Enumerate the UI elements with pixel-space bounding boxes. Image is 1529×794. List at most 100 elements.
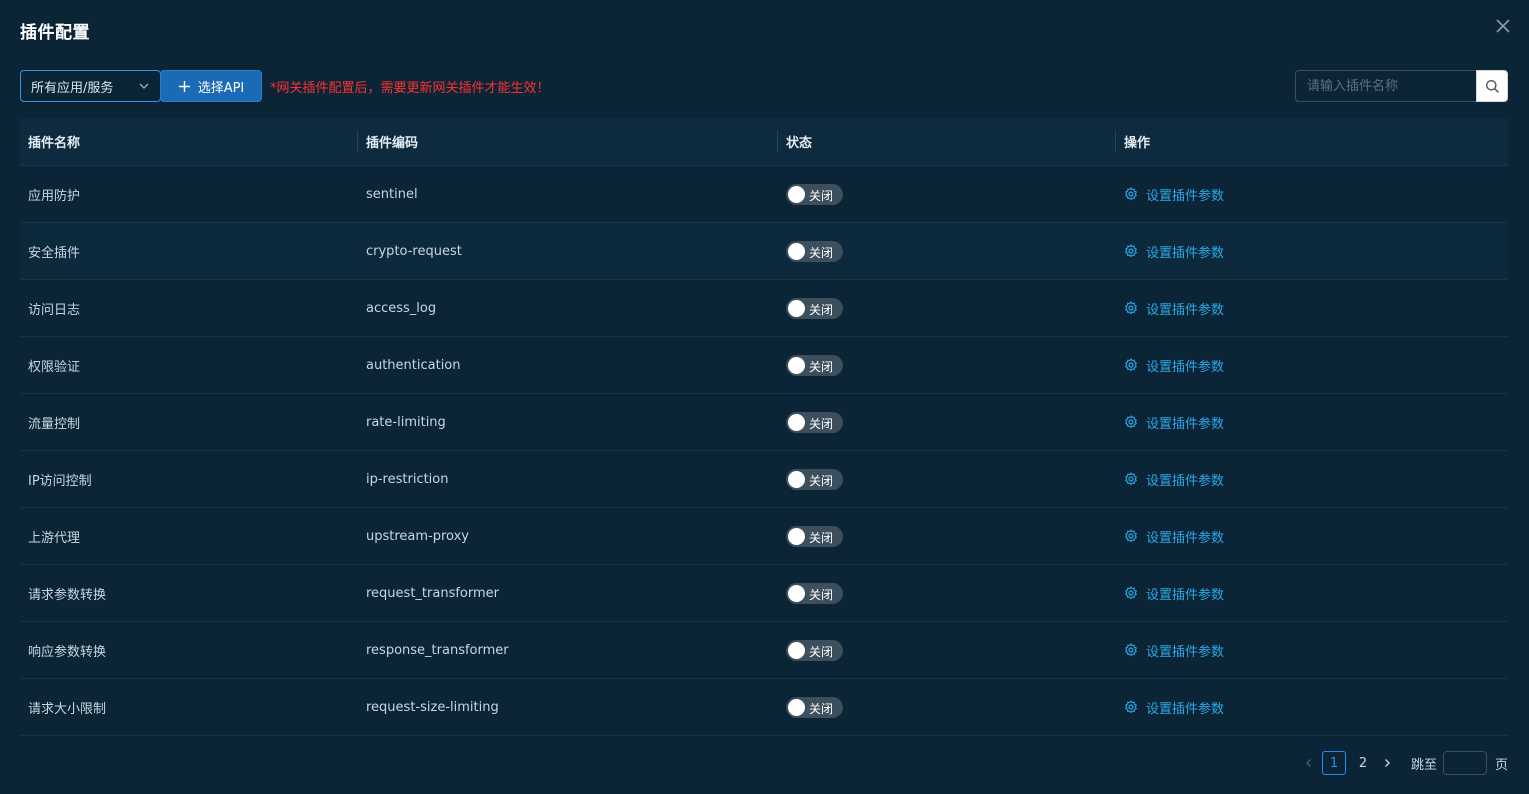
plugin-code-cell: response_transformer [366, 642, 509, 658]
table-row: 应用防护 sentinel 关闭 设置插件参数 [20, 166, 1508, 223]
action-cell: 设置插件参数 [1124, 166, 1224, 222]
toggle-label: 关闭 [809, 302, 834, 317]
toggle-label: 关闭 [809, 701, 834, 716]
search-icon [1485, 79, 1499, 93]
page-1-button[interactable]: 1 [1321, 751, 1346, 775]
set-plugin-params-link[interactable]: 设置插件参数 [1124, 299, 1224, 318]
set-plugin-params-link[interactable]: 设置插件参数 [1124, 356, 1224, 375]
select-api-label: 选择API [197, 80, 245, 96]
action-label: 设置插件参数 [1146, 302, 1225, 318]
status-cell: 关闭 [786, 280, 843, 336]
search-input[interactable] [1295, 70, 1476, 102]
set-plugin-params-link[interactable]: 设置插件参数 [1124, 470, 1224, 489]
page-unit-label: 页 [1494, 757, 1508, 773]
set-plugin-params-link[interactable]: 设置插件参数 [1124, 185, 1224, 204]
header-divider [777, 130, 778, 152]
table-row: 权限验证 authentication 关闭 设置插件参数 [20, 337, 1508, 394]
set-plugin-params-link[interactable]: 设置插件参数 [1124, 584, 1224, 603]
action-label: 设置插件参数 [1146, 416, 1225, 432]
gear-icon [1125, 301, 1137, 315]
status-toggle[interactable]: 关闭 [786, 297, 843, 319]
gear-icon [1125, 472, 1137, 486]
toggle-knob [788, 698, 805, 716]
pagination: 1 2 跳至 页 [1299, 751, 1508, 775]
table-row: 上游代理 upstream-proxy 关闭 设置插件参数 [20, 508, 1508, 565]
jump-to-label: 跳至 [1410, 757, 1437, 773]
plugin-name-cell: 安全插件 [28, 245, 81, 261]
toggle-label: 关闭 [809, 473, 834, 488]
status-cell: 关闭 [786, 337, 843, 393]
status-toggle[interactable]: 关闭 [786, 354, 843, 376]
status-toggle[interactable]: 关闭 [786, 240, 843, 262]
app-service-select[interactable]: 所有应用/服务 [20, 70, 161, 102]
plugin-code-cell: sentinel [366, 186, 418, 202]
action-cell: 设置插件参数 [1124, 679, 1224, 735]
close-button[interactable] [1493, 16, 1513, 36]
toolbar: 所有应用/服务 选择API *网关插件配置后，需要更新网关插件才能生效！ [20, 70, 1508, 102]
gear-icon [1125, 586, 1137, 600]
plugin-code-cell: request_transformer [366, 585, 499, 601]
toggle-label: 关闭 [809, 644, 834, 659]
plugin-name-cell: 请求大小限制 [28, 701, 107, 717]
header-divider [357, 130, 358, 152]
status-cell: 关闭 [786, 679, 843, 735]
set-plugin-params-link[interactable]: 设置插件参数 [1124, 527, 1224, 546]
status-cell: 关闭 [786, 223, 843, 279]
jump-page-input[interactable] [1442, 751, 1487, 775]
set-plugin-params-link[interactable]: 设置插件参数 [1124, 698, 1224, 717]
action-label: 设置插件参数 [1146, 587, 1225, 603]
status-toggle[interactable]: 关闭 [786, 411, 843, 433]
toggle-label: 关闭 [809, 416, 834, 431]
status-toggle[interactable]: 关闭 [786, 582, 843, 604]
status-toggle[interactable]: 关闭 [786, 639, 843, 661]
status-toggle[interactable]: 关闭 [786, 468, 843, 490]
status-cell: 关闭 [786, 565, 843, 621]
status-toggle[interactable]: 关闭 [786, 696, 843, 718]
plugin-code-cell: access_log [366, 300, 437, 316]
table-row: 流量控制 rate-limiting 关闭 设置插件参数 [20, 394, 1508, 451]
action-label: 设置插件参数 [1146, 359, 1225, 375]
plugin-name-cell: 权限验证 [28, 359, 81, 375]
plugin-table: 插件名称 插件编码 状态 操作 应用防护 sentinel 关闭 设置插件参数 安全插件… [20, 118, 1508, 736]
status-cell: 关闭 [786, 394, 843, 450]
action-cell: 设置插件参数 [1124, 394, 1224, 450]
search-button[interactable] [1476, 70, 1508, 102]
toggle-label: 关闭 [809, 587, 834, 602]
header-plugin-name: 插件名称 [28, 135, 81, 151]
table-row: 请求大小限制 request-size-limiting 关闭 设置插件参数 [20, 679, 1508, 736]
set-plugin-params-link[interactable]: 设置插件参数 [1124, 413, 1224, 432]
toggle-knob [788, 527, 805, 545]
action-label: 设置插件参数 [1146, 530, 1225, 546]
prev-page-button[interactable] [1299, 751, 1319, 775]
plugin-name-cell: 上游代理 [28, 530, 81, 546]
select-api-button[interactable]: 选择API [160, 70, 262, 102]
action-label: 设置插件参数 [1146, 473, 1225, 489]
set-plugin-params-link[interactable]: 设置插件参数 [1124, 242, 1224, 261]
toggle-knob [788, 299, 805, 317]
plugin-name-cell: 流量控制 [28, 416, 81, 432]
table-row: IP访问控制 ip-restriction 关闭 设置插件参数 [20, 451, 1508, 508]
plus-icon [178, 80, 190, 92]
plugin-name-cell: 请求参数转换 [28, 587, 107, 603]
toggle-label: 关闭 [809, 188, 834, 203]
header-plugin-code: 插件编码 [366, 135, 419, 151]
table-row: 请求参数转换 request_transformer 关闭 设置插件参数 [20, 565, 1508, 622]
status-cell: 关闭 [786, 451, 843, 507]
next-page-button[interactable] [1377, 751, 1397, 775]
action-label: 设置插件参数 [1146, 644, 1225, 660]
action-label: 设置插件参数 [1146, 701, 1225, 717]
plugin-code-cell: crypto-request [366, 243, 462, 259]
toggle-knob [788, 413, 805, 431]
plugin-name-cell: IP访问控制 [28, 473, 92, 489]
header-status: 状态 [786, 135, 813, 151]
status-toggle[interactable]: 关闭 [786, 183, 843, 205]
status-cell: 关闭 [786, 508, 843, 564]
set-plugin-params-link[interactable]: 设置插件参数 [1124, 641, 1224, 660]
dialog-title: 插件配置 [20, 23, 90, 43]
gear-icon [1125, 529, 1137, 543]
toggle-knob [788, 242, 805, 260]
page-2-button[interactable]: 2 [1352, 752, 1374, 774]
action-cell: 设置插件参数 [1124, 280, 1224, 336]
status-toggle[interactable]: 关闭 [786, 525, 843, 547]
table-row: 安全插件 crypto-request 关闭 设置插件参数 [20, 223, 1508, 280]
